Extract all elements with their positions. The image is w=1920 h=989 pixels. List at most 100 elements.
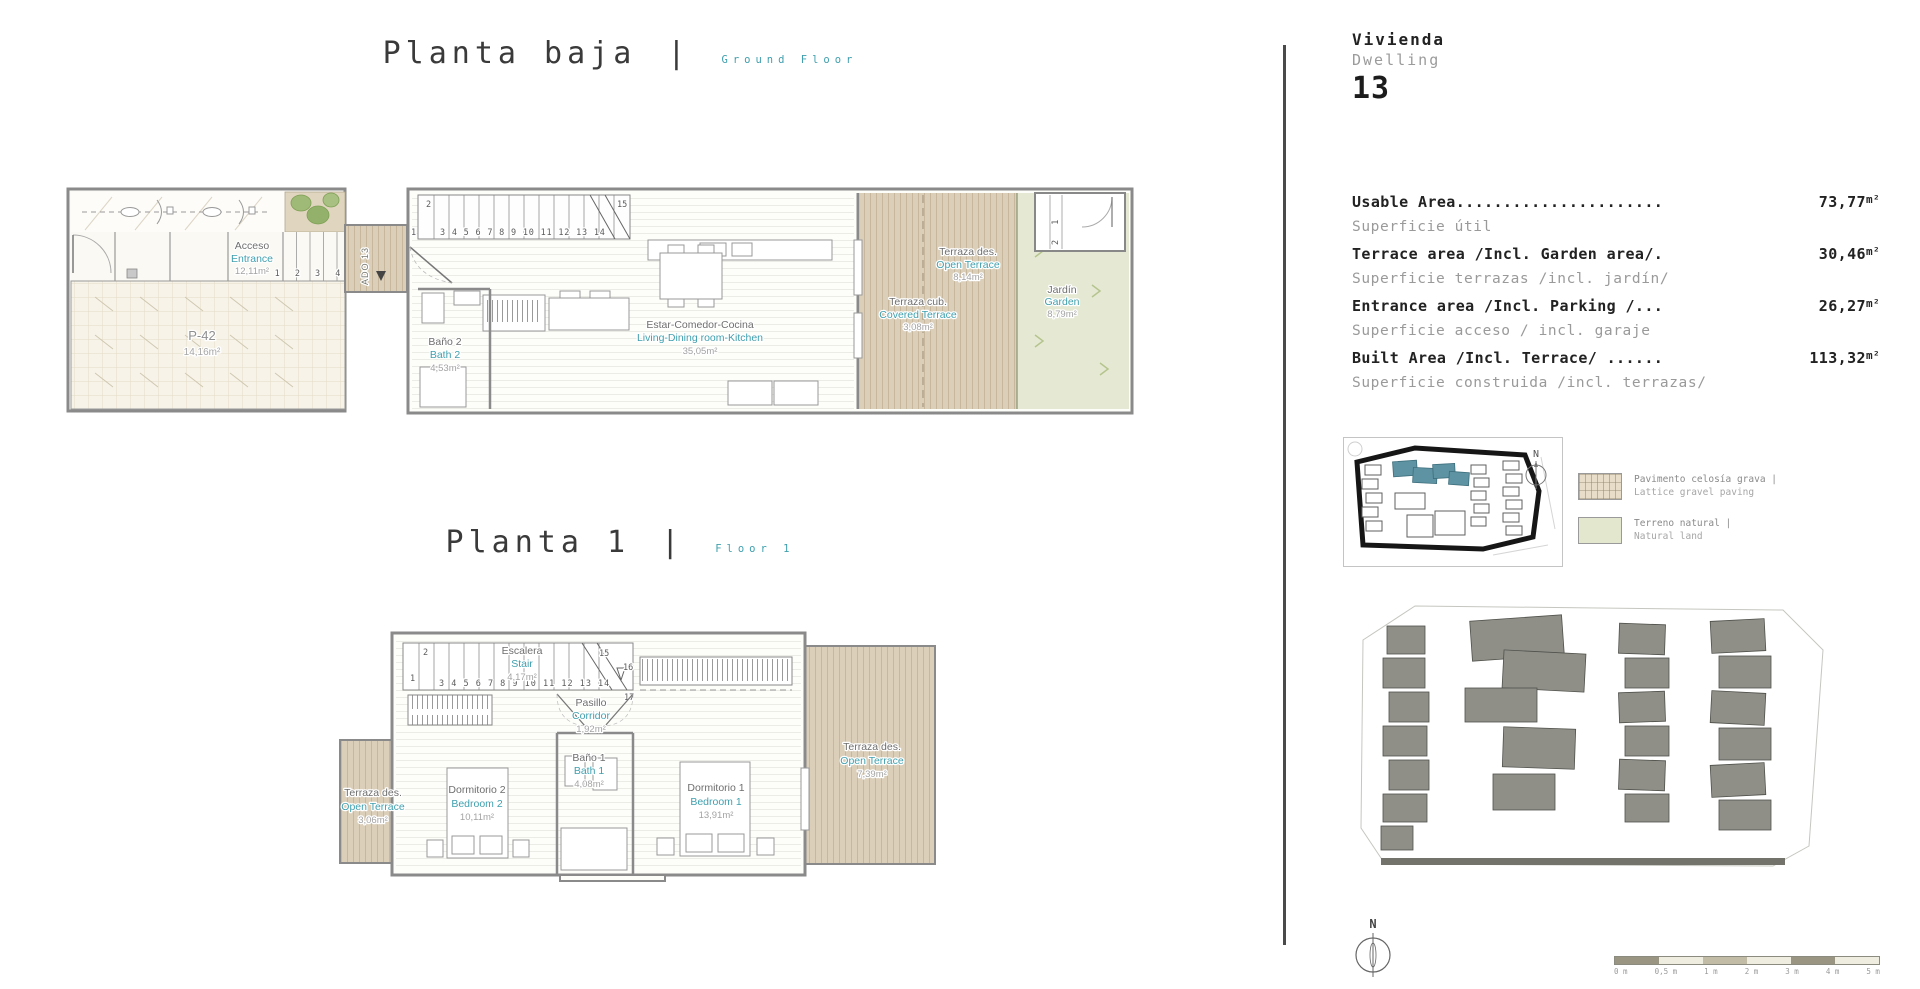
svg-text:Acceso: Acceso — [235, 240, 270, 252]
svg-text:Entrance: Entrance — [231, 253, 273, 265]
room-label-corridor: Pasillo Corridor 1,92m² — [572, 697, 610, 735]
gf-garden-entry: 2 1 — [1035, 193, 1125, 251]
area-value: 73,77m² — [1819, 193, 1880, 211]
f1-wardrobe-right — [640, 657, 792, 685]
legend-row-paving: Pavimento celosía grava | Lattice gravel… — [1578, 473, 1878, 500]
svg-text:10,11m²: 10,11m² — [460, 812, 494, 823]
svg-text:Escalera: Escalera — [502, 645, 543, 657]
gf-dining-table — [660, 245, 722, 307]
f1-stair-n2: 2 — [423, 648, 428, 658]
f1-stair-n1: 1 — [410, 674, 415, 684]
svg-text:4,08m²: 4,08m² — [574, 779, 604, 790]
legend-row-land: Terreno natural | Natural land — [1578, 517, 1878, 544]
site-location-minimap: N — [1343, 437, 1563, 567]
room-label-garden: Jardín Garden 8,79m² — [1044, 284, 1079, 320]
title-ground-sep: | — [659, 36, 698, 71]
svg-text:P-42: P-42 — [188, 328, 215, 343]
room-label-entrance: Acceso Entrance 12,11m² — [231, 240, 273, 277]
room-label-bath2: Baño 2 Bath 2 4,53m² — [428, 336, 461, 374]
scale-bar-labels: 0 m 0,5 m 1 m 2 m 3 m 4 m 5 m — [1614, 967, 1880, 976]
gf-annex — [68, 189, 345, 411]
f1-stair-n16: 16 — [623, 663, 633, 673]
area-subtitle: Superficie construida /incl. terrazas/ — [1352, 375, 1880, 401]
area-subtitle: Superficie útil — [1352, 219, 1880, 245]
svg-text:Bedroom 2: Bedroom 2 — [451, 798, 503, 810]
f1-window — [801, 768, 809, 830]
gf-stair-n15: 15 — [617, 200, 627, 210]
area-label: Built Area /Incl. Terrace/ ...... — [1352, 349, 1663, 367]
gf-stair: 2 1 3 4 5 6 7 8 9 10 11 12 13 14 15 — [411, 195, 630, 239]
area-row: Terrace area /Incl. Garden area/. 30,46m… — [1352, 245, 1880, 271]
svg-text:Dormitorio 1: Dormitorio 1 — [687, 782, 744, 794]
site-plan-large — [1353, 598, 1848, 888]
svg-text:Terraza des.: Terraza des. — [939, 246, 997, 258]
svg-text:Baño 1: Baño 1 — [572, 752, 605, 764]
scale-bar-segments — [1614, 956, 1880, 965]
area-label: Usable Area...................... — [1352, 193, 1663, 211]
svg-text:Corridor: Corridor — [572, 710, 610, 722]
svg-text:Estar-Comedor-Cocina: Estar-Comedor-Cocina — [646, 319, 754, 331]
area-value: 26,27m² — [1819, 297, 1880, 315]
gf-appliance-hatch — [487, 299, 541, 327]
area-subtitle: Superficie terrazas /incl. jardín/ — [1352, 271, 1880, 297]
minimap-north-label: N — [1533, 449, 1539, 460]
svg-text:Covered Terrace: Covered Terrace — [879, 309, 957, 321]
gf-stair-n1: 1 — [411, 228, 416, 238]
svg-text:8,79m²: 8,79m² — [1047, 309, 1077, 320]
f1-wardrobe-left — [408, 695, 492, 725]
title-ground-floor: Planta baja | Ground Floor — [0, 36, 1240, 71]
area-label: Terrace area /Incl. Garden area/. — [1352, 245, 1663, 263]
dwelling-header: Vivienda Dwelling 13 — [1352, 30, 1882, 106]
legend-paving-en: Lattice gravel paving — [1634, 486, 1777, 499]
title-ground-en: Ground Floor — [722, 54, 858, 66]
siteplan-wall — [1381, 858, 1785, 865]
svg-text:Baño 2: Baño 2 — [428, 336, 461, 348]
siteplan-buildings — [1381, 615, 1771, 850]
svg-text:Bath 2: Bath 2 — [430, 349, 461, 361]
floor1-plan: 2 1 3 4 5 6 7 8 9 10 11 12 13 14 15 16 1… — [335, 628, 940, 883]
dwelling-number: 13 — [1352, 71, 1882, 106]
gf-ado-label: ADO 13 — [360, 247, 370, 285]
plan-sheet: Planta baja | Ground Floor Planta 1 | Fl… — [0, 0, 1920, 989]
gf-entry-step-numbers: 2 1 — [1051, 215, 1061, 245]
gf-stair-n2: 2 — [426, 200, 431, 210]
svg-text:Jardín: Jardín — [1047, 284, 1076, 296]
svg-text:Bedroom 1: Bedroom 1 — [690, 796, 742, 808]
area-row: Entrance area /Incl. Parking /... 26,27m… — [1352, 297, 1880, 323]
svg-text:Terraza cub.: Terraza cub. — [889, 296, 947, 308]
title-floor1-en: Floor 1 — [715, 543, 794, 555]
svg-text:3,08m²: 3,08m² — [903, 322, 933, 333]
area-row: Usable Area...................... 73,77m… — [1352, 193, 1880, 219]
title-ground-es: Planta baja — [383, 36, 637, 71]
svg-text:4,53m²: 4,53m² — [430, 363, 460, 374]
scale-bar: 0 m 0,5 m 1 m 2 m 3 m 4 m 5 m — [1614, 956, 1880, 976]
area-value: 30,46m² — [1819, 245, 1880, 263]
svg-text:8,14m²: 8,14m² — [953, 272, 983, 283]
f1-stair-n15: 15 — [599, 649, 609, 659]
gf-planter — [285, 192, 345, 232]
svg-text:4,17m²: 4,17m² — [507, 672, 537, 683]
svg-text:Stair: Stair — [511, 658, 533, 670]
panel-divider — [1283, 45, 1286, 945]
dwelling-label-en: Dwelling — [1352, 51, 1882, 69]
gf-entrance-steps: 1 2 3 4 — [275, 269, 346, 279]
svg-text:1,92m²: 1,92m² — [576, 724, 606, 735]
ground-floor-plan: ADO 13 — [60, 185, 1135, 417]
svg-text:Bath 1: Bath 1 — [574, 765, 605, 777]
svg-text:Open Terrace: Open Terrace — [840, 755, 904, 767]
room-label-bath1: Baño 1 Bath 1 4,08m² — [572, 752, 605, 790]
title-floor1: Planta 1 | Floor 1 — [0, 525, 1240, 560]
legend-land-en: Natural land — [1634, 530, 1731, 543]
area-row: Built Area /Incl. Terrace/ ...... 113,32… — [1352, 349, 1880, 375]
dwelling-label-es: Vivienda — [1352, 30, 1882, 49]
compass-north-label: N — [1369, 917, 1376, 931]
compass-icon: N — [1350, 915, 1396, 981]
legend-swatch-paving — [1578, 473, 1622, 500]
svg-text:7,39m²: 7,39m² — [857, 769, 887, 780]
gf-ado-deck: ADO 13 — [345, 225, 407, 292]
gf-stair-row: 3 4 5 6 7 8 9 10 11 12 13 14 — [440, 228, 606, 238]
title-floor1-sep: | — [653, 525, 692, 560]
svg-text:Pasillo: Pasillo — [576, 697, 607, 709]
area-value: 113,32m² — [1809, 349, 1880, 367]
legend-paving-es: Pavimento celosía grava | — [1634, 473, 1777, 486]
